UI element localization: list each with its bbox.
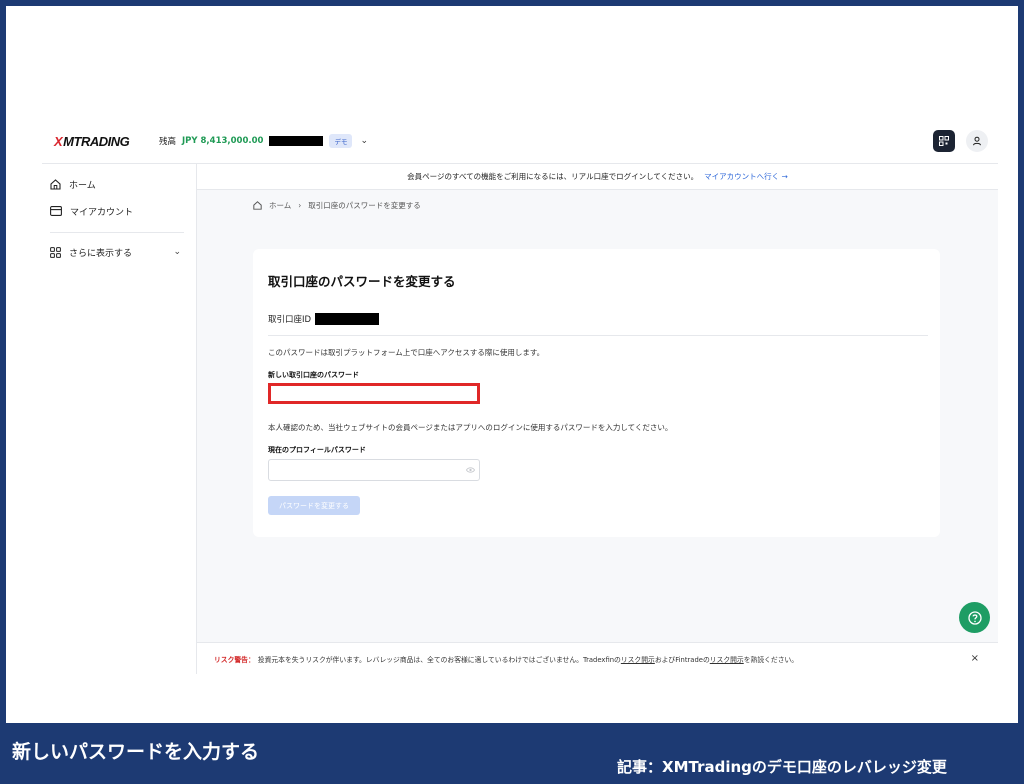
card-icon [50, 206, 62, 216]
new-password-input[interactable] [268, 383, 480, 404]
caption-right: 記事：XMTradingのデモ口座のレバレッジ変更 [617, 758, 947, 776]
sidebar-item-label: マイアカウント [70, 207, 134, 218]
sidebar-item-my-account[interactable]: マイアカウント [50, 202, 185, 220]
page-title: 取引口座のパスワードを変更する [268, 274, 456, 289]
account-id-row: 取引口座ID [268, 313, 380, 325]
verify-description: 本人確認のため、当社ウェブサイトの会員ページまたはアプリへのログインに使用するパ… [268, 423, 673, 432]
notice-text: 会員ページのすべての機能をご利用になるには、リアル口座でログインしてください。 [407, 172, 699, 181]
logo-text: MTRADING [63, 133, 130, 149]
new-password-label: 新しい取引口座のパスワード [268, 371, 359, 379]
close-icon[interactable]: × [971, 653, 979, 664]
grid-icon [50, 246, 61, 258]
balance-label: 残高 [159, 137, 177, 147]
current-password-label: 現在のプロフィールパスワード [268, 446, 366, 454]
redacted-account-id [315, 313, 380, 325]
redacted-account [269, 136, 324, 146]
chevron-down-icon: ⌄ [360, 136, 368, 146]
password-description: このパスワードは取引プラットフォーム上で口座へアクセスする際に使用します。 [268, 348, 545, 357]
risk-disclosure-link-1[interactable]: リスク開示 [621, 654, 655, 664]
breadcrumb-home-link[interactable]: ホーム [269, 200, 291, 211]
risk-warning-label: リスク警告： [214, 655, 255, 664]
change-password-button[interactable]: パスワードを変更する [268, 496, 360, 515]
caption-left: 新しいパスワードを入力する [12, 741, 260, 763]
account-id-label: 取引口座ID [268, 315, 312, 325]
home-icon [50, 178, 61, 190]
user-icon [973, 136, 981, 146]
eye-icon[interactable] [466, 466, 475, 474]
help-button[interactable] [959, 602, 990, 633]
profile-button[interactable] [966, 130, 988, 152]
home-icon [253, 201, 262, 210]
main-content: 会員ページのすべての機能をご利用になるには、リアル口座でログインしてください。 … [197, 164, 998, 674]
risk-text: を熟読ください。 [743, 655, 799, 664]
card-divider [268, 335, 928, 336]
current-password-input[interactable] [268, 459, 480, 481]
real-account-notice: 会員ページのすべての機能をご利用になるには、リアル口座でログインしてください。 … [197, 164, 998, 190]
question-icon [967, 610, 982, 625]
risk-warning-bar: リスク警告： 投資元本を失うリスクが伴います。レバレッジ商品は、全てのお客様に適… [197, 642, 998, 674]
risk-disclosure-link-2[interactable]: リスク開示 [710, 654, 744, 664]
logo-mark: X [54, 133, 63, 149]
app-window: X MTRADING 残高 JPY 8,413,000.00 デモ ⌄ ホーム … [42, 119, 998, 674]
xmtrading-logo[interactable]: X MTRADING [54, 132, 130, 150]
sidebar-item-show-more[interactable]: さらに表示する ⌄ [50, 243, 185, 261]
screenshot-frame: X MTRADING 残高 JPY 8,413,000.00 デモ ⌄ ホーム … [6, 6, 1018, 723]
sidebar-divider [50, 232, 184, 233]
my-account-link[interactable]: マイアカウントへ行く → [704, 171, 788, 182]
sidebar-item-label: ホーム [69, 180, 96, 191]
breadcrumb: ホーム › 取引口座のパスワードを変更する [253, 200, 421, 211]
top-bar: X MTRADING 残高 JPY 8,413,000.00 デモ ⌄ [42, 119, 998, 164]
breadcrumb-separator: › [298, 201, 302, 210]
balance-amount: JPY 8,413,000.00 [182, 136, 264, 146]
demo-badge: デモ [329, 134, 353, 148]
risk-text: およびFintradeの [654, 655, 710, 664]
balance-selector[interactable]: 残高 JPY 8,413,000.00 デモ ⌄ [159, 132, 368, 150]
sidebar-item-home[interactable]: ホーム [50, 175, 185, 193]
breadcrumb-current: 取引口座のパスワードを変更する [308, 201, 421, 210]
qr-code-icon [939, 136, 949, 146]
risk-text: 投資元本を失うリスクが伴います。レバレッジ商品は、全てのお客様に適しているわけで… [257, 655, 621, 664]
chevron-down-icon: ⌄ [173, 247, 181, 257]
sidebar: ホーム マイアカウント さらに表示する ⌄ [42, 164, 197, 674]
sidebar-item-label: さらに表示する [69, 248, 133, 259]
qr-code-button[interactable] [933, 130, 955, 152]
change-password-card: 取引口座のパスワードを変更する 取引口座ID このパスワードは取引プラットフォー… [253, 249, 940, 537]
